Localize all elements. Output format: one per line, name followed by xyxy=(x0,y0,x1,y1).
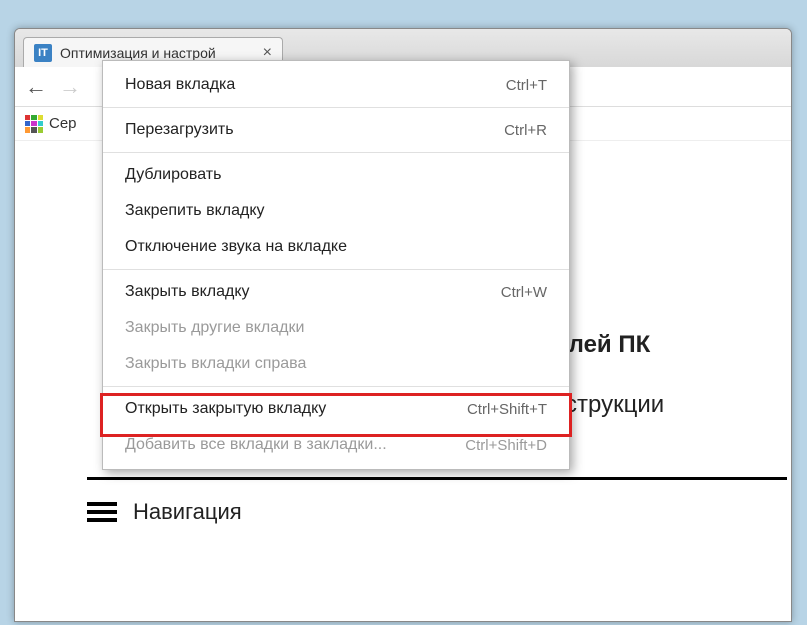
menu-item-label: Закрыть вкладку xyxy=(125,283,250,301)
menu-separator xyxy=(103,107,569,108)
back-button[interactable]: ← xyxy=(25,74,47,100)
menu-separator xyxy=(103,152,569,153)
menu-item: Закрыть другие вкладки xyxy=(103,310,569,346)
menu-item[interactable]: Закрыть вкладку Ctrl+W xyxy=(103,274,569,310)
menu-item-shortcut: Ctrl+R xyxy=(504,122,547,139)
tab-context-menu: Новая вкладка Ctrl+T Перезагрузить Ctrl+R Ду… xyxy=(102,60,570,470)
menu-item[interactable]: Перезагрузить Ctrl+R xyxy=(103,112,569,148)
menu-item[interactable]: Дублировать xyxy=(103,157,569,193)
menu-item-shortcut: Ctrl+Shift+T xyxy=(467,401,547,418)
apps-icon[interactable] xyxy=(25,115,43,133)
menu-item-label: Открыть закрытую вкладку xyxy=(125,400,326,418)
menu-item-label: Перезагрузить xyxy=(125,121,234,139)
menu-item[interactable]: Отключение звука на вкладке xyxy=(103,229,569,265)
menu-item[interactable]: Закрепить вкладку xyxy=(103,193,569,229)
content-divider xyxy=(87,477,787,480)
close-icon[interactable]: × xyxy=(263,44,272,62)
menu-item-label: Добавить все вкладки в закладки... xyxy=(125,436,387,454)
menu-item: Закрыть вкладки справа xyxy=(103,346,569,382)
menu-item-shortcut: Ctrl+W xyxy=(501,284,547,301)
menu-item-label: Отключение звука на вкладке xyxy=(125,238,347,256)
forward-button: → xyxy=(59,74,81,100)
bookmark-label[interactable]: Сер xyxy=(49,115,77,132)
menu-separator xyxy=(103,386,569,387)
site-navigation[interactable]: Навигация xyxy=(87,499,242,525)
hamburger-icon xyxy=(87,502,117,522)
menu-item-label: Закрыть вкладки справа xyxy=(125,355,306,373)
navigation-label: Навигация xyxy=(133,499,242,525)
menu-item-shortcut: Ctrl+Shift+D xyxy=(465,437,547,454)
menu-separator xyxy=(103,269,569,270)
menu-item-label: Дублировать xyxy=(125,166,221,184)
menu-item[interactable]: Новая вкладка Ctrl+T xyxy=(103,67,569,103)
menu-item[interactable]: Открыть закрытую вкладку Ctrl+Shift+T xyxy=(103,391,569,427)
menu-item-label: Закрепить вкладку xyxy=(125,202,265,220)
menu-item: Добавить все вкладки в закладки... Ctrl+S… xyxy=(103,427,569,463)
menu-item-label: Новая вкладка xyxy=(125,76,235,94)
tab-title: Оптимизация и настрой xyxy=(60,45,255,61)
menu-item-label: Закрыть другие вкладки xyxy=(125,319,304,337)
menu-item-shortcut: Ctrl+T xyxy=(506,77,547,94)
tab-favicon: IT xyxy=(34,44,52,62)
